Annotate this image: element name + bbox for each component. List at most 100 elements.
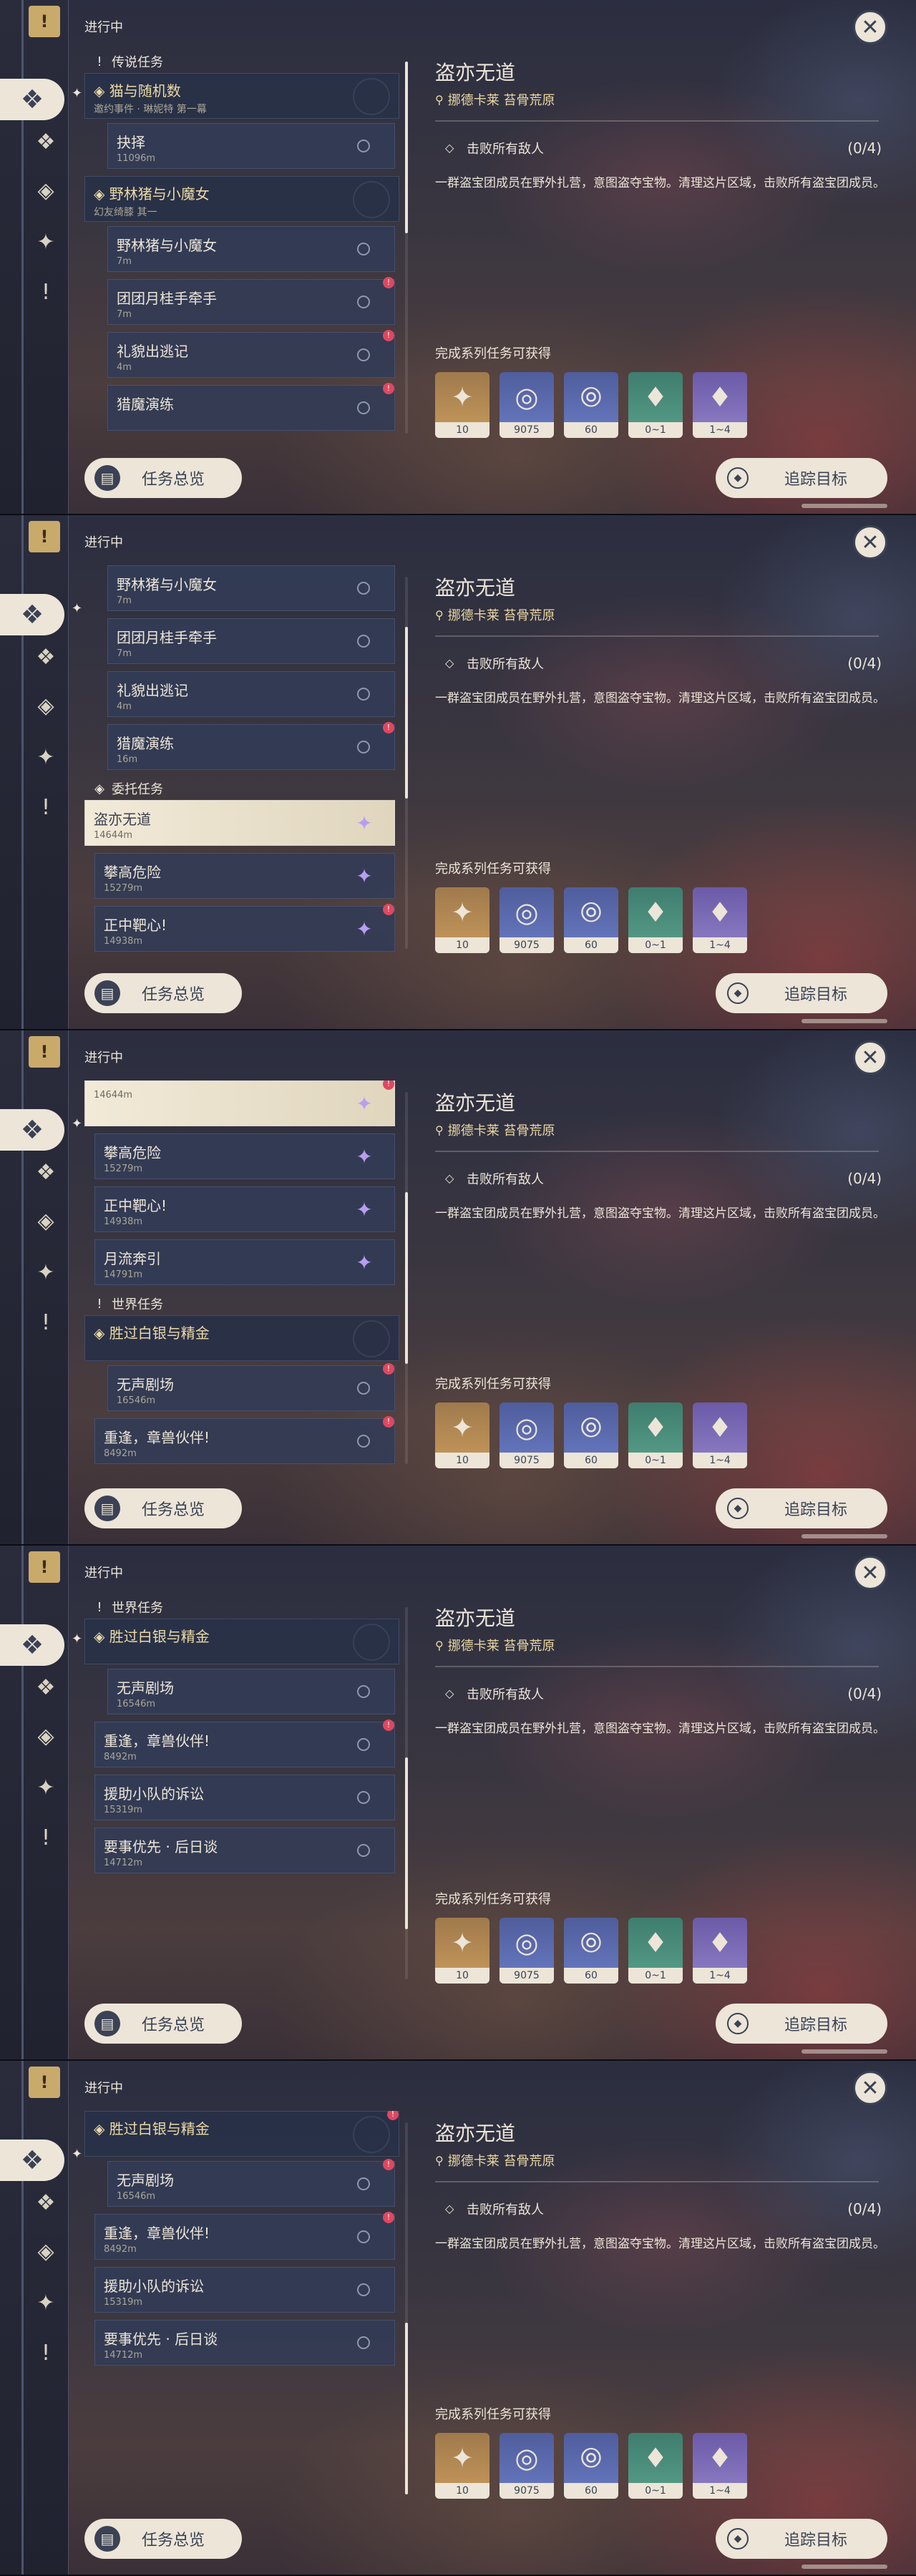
quest-item[interactable]: 攀高危险 15279m ✦ — [94, 1133, 395, 1179]
reward-item[interactable]: ⦾ 60 — [564, 887, 618, 953]
world-quest-icon[interactable]: ✦ — [31, 743, 60, 771]
world-quest-icon[interactable]: ✦ — [31, 2288, 60, 2317]
close-button[interactable]: ✕ — [853, 1556, 887, 1590]
archon-quest-icon[interactable]: ◈ — [31, 176, 60, 205]
reward-item[interactable]: ✦ 10 — [435, 887, 489, 953]
all-quests-icon[interactable]: ❖ — [31, 1158, 60, 1186]
close-button[interactable]: ✕ — [853, 1040, 887, 1075]
reward-item[interactable]: ◎ 9075 — [500, 887, 554, 953]
quest-item[interactable]: 14644m ✦! — [84, 1080, 395, 1126]
reward-item[interactable]: ♦ 0~1 — [628, 2433, 683, 2499]
quest-item[interactable]: 抉择 11096m — [107, 123, 395, 169]
quest-group[interactable]: ◈ 胜过白银与精金 — [84, 1315, 399, 1361]
quest-item[interactable]: 正中靶心! 14938m ✦ — [94, 1186, 395, 1232]
reward-item[interactable]: ♦ 0~1 — [628, 1402, 683, 1468]
quest-item[interactable]: 重逢，章兽伙伴! 8492m! — [94, 1719, 395, 1767]
quest-item[interactable]: 猎魔演练 16m! — [107, 722, 395, 770]
reward-item[interactable]: ✦ 10 — [435, 2433, 489, 2499]
archon-quest-icon[interactable]: ◈ — [31, 691, 60, 720]
scrollbar-thumb[interactable] — [405, 1757, 408, 1929]
close-button[interactable]: ✕ — [853, 10, 887, 44]
quest-item[interactable]: 无声剧场 16546m! — [107, 2159, 395, 2207]
alert-icon[interactable]: ! — [31, 793, 60, 821]
all-quests-icon[interactable]: ❖ — [31, 127, 60, 156]
alert-icon[interactable]: ! — [31, 2338, 60, 2367]
archon-quest-icon[interactable]: ◈ — [31, 1722, 60, 1750]
quest-item[interactable]: 礼貌出逃记 4m — [107, 671, 395, 717]
scrollbar[interactable] — [405, 62, 408, 434]
quest-book-icon[interactable]: ! — [29, 6, 60, 37]
quest-book-icon[interactable]: ! — [29, 521, 60, 552]
archon-quest-icon[interactable]: ◈ — [31, 1206, 60, 1235]
quest-item[interactable]: 无声剧场 16546m! — [107, 1363, 395, 1411]
quest-item[interactable]: 要事优先 · 后日谈 14712m — [94, 2320, 395, 2366]
quest-item[interactable]: 重逢，章兽伙伴! 8492m! — [94, 1416, 395, 1464]
scrollbar-thumb[interactable] — [405, 627, 408, 799]
quest-item[interactable]: 猎魔演练! — [107, 383, 395, 431]
world-quest-icon[interactable]: ✦ — [31, 228, 60, 256]
track-target-button[interactable]: ◆ 追踪目标 — [716, 458, 887, 498]
world-quest-icon[interactable]: ✦ — [31, 1258, 60, 1287]
reward-item[interactable]: ◎ 9075 — [500, 1402, 554, 1468]
reward-item[interactable]: ⦾ 60 — [564, 1918, 618, 1984]
alert-icon[interactable]: ! — [31, 278, 60, 306]
scrollbar[interactable] — [405, 1092, 408, 1464]
quest-group[interactable]: ◈ 胜过白银与精金! — [84, 2111, 399, 2157]
quest-item[interactable]: 团团月桂手牵手 7m — [107, 618, 395, 664]
track-target-button[interactable]: ◆ 追踪目标 — [716, 2004, 887, 2044]
quest-item[interactable]: 野林猪与小魔女 7m — [107, 226, 395, 272]
quest-book-icon[interactable]: ! — [29, 1036, 60, 1068]
reward-item[interactable]: ♦ 1~4 — [693, 1402, 747, 1468]
tier-quest-icon[interactable]: ❖ — [0, 1624, 64, 1666]
tier-quest-icon[interactable]: ❖ — [0, 1109, 64, 1151]
quest-item[interactable]: 重逢，章兽伙伴! 8492m! — [94, 2212, 395, 2260]
reward-item[interactable]: ♦ 1~4 — [693, 887, 747, 953]
quest-overview-button[interactable]: ▤ 任务总览 — [84, 2519, 242, 2559]
scrollbar[interactable] — [405, 1607, 408, 1979]
quest-overview-button[interactable]: ▤ 任务总览 — [84, 973, 242, 1013]
reward-item[interactable]: ♦ 1~4 — [693, 1918, 747, 1984]
reward-item[interactable]: ◎ 9075 — [500, 1918, 554, 1984]
archon-quest-icon[interactable]: ◈ — [31, 2237, 60, 2265]
close-button[interactable]: ✕ — [853, 2071, 887, 2105]
alert-icon[interactable]: ! — [31, 1823, 60, 1852]
reward-item[interactable]: ✦ 10 — [435, 1918, 489, 1984]
quest-item[interactable]: 正中靶心! 14938m ✦! — [94, 904, 395, 952]
quest-item[interactable]: 要事优先 · 后日谈 14712m — [94, 1828, 395, 1873]
quest-item[interactable]: 团团月桂手牵手 7m! — [107, 277, 395, 325]
quest-book-icon[interactable]: ! — [29, 2067, 60, 2098]
quest-group[interactable]: ◈ 野林猪与小魔女 幻友绮膝 其一 — [84, 176, 399, 222]
quest-item[interactable]: 援助小队的诉讼 15319m — [94, 1775, 395, 1820]
world-quest-icon[interactable]: ✦ — [31, 1773, 60, 1802]
track-target-button[interactable]: ◆ 追踪目标 — [716, 1488, 887, 1528]
quest-item[interactable]: 礼貌出逃记 4m! — [107, 330, 395, 378]
reward-item[interactable]: ♦ 1~4 — [693, 372, 747, 438]
reward-item[interactable]: ⦾ 60 — [564, 1402, 618, 1468]
all-quests-icon[interactable]: ❖ — [31, 2188, 60, 2217]
quest-item[interactable]: 野林猪与小魔女 7m — [107, 565, 395, 611]
close-button[interactable]: ✕ — [853, 525, 887, 560]
quest-item[interactable]: 援助小队的诉讼 15319m — [94, 2267, 395, 2313]
reward-item[interactable]: ♦ 0~1 — [628, 1918, 683, 1984]
reward-item[interactable]: ◎ 9075 — [500, 372, 554, 438]
quest-item[interactable]: 无声剧场 16546m — [107, 1669, 395, 1714]
tier-quest-icon[interactable]: ❖ — [0, 79, 64, 120]
reward-item[interactable]: ⦾ 60 — [564, 2433, 618, 2499]
quest-overview-button[interactable]: ▤ 任务总览 — [84, 458, 242, 498]
quest-item[interactable]: 月流奔引 14791m ✦ — [94, 1239, 395, 1285]
scrollbar[interactable] — [405, 577, 408, 949]
quest-item[interactable]: 盗亦无道 14644m ✦ — [84, 800, 395, 846]
reward-item[interactable]: ◎ 9075 — [500, 2433, 554, 2499]
track-target-button[interactable]: ◆ 追踪目标 — [716, 973, 887, 1013]
reward-item[interactable]: ✦ 10 — [435, 372, 489, 438]
scrollbar[interactable] — [405, 2122, 408, 2494]
reward-item[interactable]: ♦ 0~1 — [628, 372, 683, 438]
tier-quest-icon[interactable]: ❖ — [0, 2140, 64, 2181]
reward-item[interactable]: ♦ 1~4 — [693, 2433, 747, 2499]
scrollbar-thumb[interactable] — [405, 62, 408, 233]
reward-item[interactable]: ⦾ 60 — [564, 372, 618, 438]
quest-overview-button[interactable]: ▤ 任务总览 — [84, 1488, 242, 1528]
reward-item[interactable]: ✦ 10 — [435, 1402, 489, 1468]
quest-item[interactable]: 攀高危险 15279m ✦ — [94, 853, 395, 899]
all-quests-icon[interactable]: ❖ — [31, 643, 60, 671]
